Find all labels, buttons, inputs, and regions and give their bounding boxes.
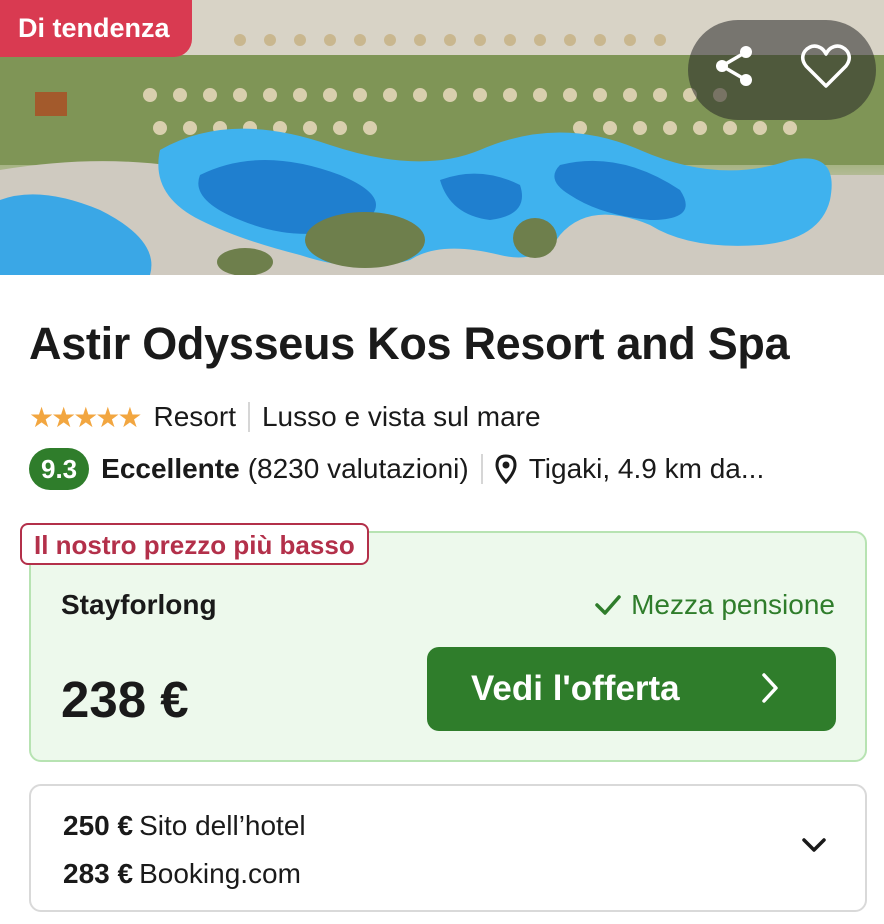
chevron-right-icon <box>762 673 778 703</box>
other-price-row[interactable]: 283 € Booking.com <box>63 858 301 890</box>
share-icon <box>716 46 752 86</box>
review-count[interactable]: (8230 valutazioni) <box>248 453 469 485</box>
divider <box>480 454 483 484</box>
hotel-location[interactable]: Tigaki, 4.9 km da... <box>529 453 765 485</box>
offer-price: 238 € <box>61 671 189 728</box>
star-rating: ★★★★★ <box>29 401 143 433</box>
hotel-name[interactable]: Astir Odysseus Kos Resort and Spa <box>29 318 790 370</box>
trending-badge: Di tendenza <box>0 0 192 57</box>
score-badge: 9.3 <box>29 448 90 490</box>
other-price-value: 250 € <box>63 810 134 841</box>
checkmark-icon <box>595 594 621 616</box>
view-offer-button[interactable]: Vedi l'offerta <box>427 647 836 731</box>
lowest-price-label: Il nostro prezzo più basso <box>20 523 369 565</box>
hotel-type: Resort <box>153 401 236 432</box>
other-price-value: 283 € <box>63 858 134 889</box>
share-button[interactable] <box>710 42 766 98</box>
view-offer-label: Vedi l'offerta <box>471 669 680 708</box>
rating-location-row: 9.3 Eccellente (8230 valutazioni) Tigaki… <box>29 447 869 491</box>
hotel-tagline: Lusso e vista sul mare <box>261 401 541 432</box>
chevron-down-icon[interactable] <box>801 836 827 854</box>
board-type: Mezza pensione <box>595 589 835 621</box>
other-prices-panel[interactable]: 250 € Sito dell’hotel 283 € Booking.com <box>29 784 867 912</box>
heart-icon <box>801 44 851 88</box>
other-price-row[interactable]: 250 € Sito dell’hotel <box>63 810 306 842</box>
hotel-photo[interactable]: Di tendenza <box>0 0 884 275</box>
board-type-label: Mezza pensione <box>631 589 835 620</box>
other-price-provider: Sito dell’hotel <box>139 810 306 841</box>
offer-provider: Stayforlong <box>61 589 217 620</box>
location-pin-icon <box>495 454 517 484</box>
rating-label: Eccellente <box>101 453 240 484</box>
hero-actions <box>688 20 876 120</box>
favorite-button[interactable] <box>800 42 856 98</box>
other-price-provider: Booking.com <box>139 858 301 889</box>
divider <box>247 402 250 432</box>
hotel-meta-row: ★★★★★ Resort Lusso e vista sul mare <box>29 397 541 437</box>
